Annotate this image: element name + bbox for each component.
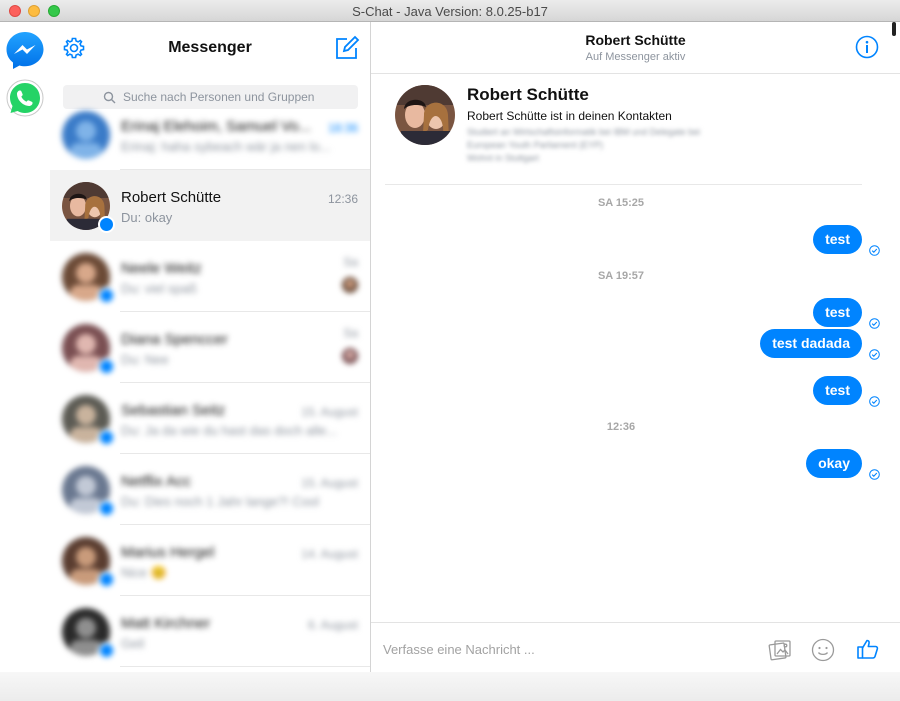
message-bubble[interactable]: test dadada	[760, 329, 862, 358]
window-bottom-edge	[0, 672, 900, 701]
conversation-time: 18:36	[327, 121, 358, 135]
avatar	[62, 111, 110, 159]
conversation-snippet: Du: okay	[121, 210, 173, 225]
messenger-badge-icon	[98, 216, 115, 233]
seen-avatar	[342, 277, 358, 293]
conversation-snippet: Du: Ja da wie du hast das doch alle...	[121, 423, 338, 438]
message-bubble[interactable]: test	[813, 298, 862, 327]
contact-avatar[interactable]	[395, 85, 455, 145]
message-bubble[interactable]: test	[813, 376, 862, 405]
conversation-name: Diana Spenccer	[121, 331, 228, 348]
new-message-compose-icon[interactable]	[334, 35, 360, 61]
conversation-time: 14. August	[301, 547, 358, 561]
info-icon[interactable]	[855, 35, 879, 59]
whatsapp-icon[interactable]	[5, 78, 45, 118]
messenger-badge-icon	[98, 287, 115, 304]
profile-detail-line: Studiert an Wirtschaftsinformatik bei IB…	[467, 127, 701, 137]
conversation-name: Marius Hergel	[121, 544, 215, 561]
conversation-name: Matt Kirchner	[121, 615, 211, 632]
delivered-check-icon	[869, 316, 880, 329]
messenger-badge-icon	[98, 429, 115, 446]
conversation-snippet: Erinaj: haha sybeach wär ja nen lo...	[121, 139, 331, 154]
conversation-name: Sebastian Seitz	[121, 402, 226, 419]
message-bubble[interactable]: okay	[806, 449, 862, 478]
conversation-name: Netflix Acc	[121, 473, 192, 490]
conversation-snippet: Du: Nee	[121, 352, 169, 367]
message-timestamp: SA 15:25	[597, 197, 645, 209]
app-switcher	[0, 22, 50, 672]
profile-details-blurred: Studiert an Wirtschaftsinformatik bei IB…	[467, 126, 700, 165]
title-bar: S-Chat - Java Version: 8.0.25-b17	[0, 0, 900, 22]
profile-name: Robert Schütte	[467, 85, 589, 104]
conversation-item[interactable]: Robert Schütte Du: okay 12:36	[50, 170, 370, 241]
conversation-item[interactable]: Marius Hergel Nice 😊 14. August	[50, 525, 370, 596]
messenger-badge-icon	[98, 358, 115, 375]
messenger-icon[interactable]	[5, 30, 45, 70]
conversation-time: 15. August	[301, 476, 358, 490]
conversation-time: 6. August	[307, 618, 358, 632]
delivered-check-icon	[869, 347, 880, 360]
delivered-check-icon	[869, 394, 880, 407]
message-timestamp: 12:36	[606, 421, 636, 433]
message-bubble[interactable]: test	[813, 225, 862, 254]
conversation-snippet: Nice 😊	[121, 565, 167, 580]
conversation-snippet: Du: Dies noch 1 Jahr lange?! Cool	[121, 494, 320, 509]
conversation-item[interactable]: Matt Kirchner Geil 6. August	[50, 596, 370, 667]
conversation-time: 12:36	[327, 192, 358, 206]
thumbs-up-like-icon[interactable]	[856, 637, 880, 661]
contact-profile-card: Robert Schütte Robert Schütte ist in dei…	[385, 82, 862, 185]
conversation-sidebar: Messenger Suche nach Personen und Gruppe…	[50, 22, 371, 672]
conversation-item[interactable]: Diana Spenccer Du: Nee Sa	[50, 312, 370, 383]
conversation-item[interactable]: Erinaj Elehoim, Samuel Vo... Erinaj: haha…	[50, 99, 370, 170]
window-title: S-Chat - Java Version: 8.0.25-b17	[352, 4, 548, 19]
messenger-badge-icon	[98, 571, 115, 588]
sidebar-header: Messenger	[50, 22, 370, 72]
profile-detail-line: European Youth Parliament (EYP)	[467, 140, 604, 150]
sidebar-title: Messenger	[168, 39, 252, 56]
message-timestamp: SA 19:57	[597, 270, 645, 282]
messenger-badge-icon	[98, 500, 115, 517]
conversation-time: Sa	[343, 326, 358, 340]
profile-contact-note: Robert Schütte ist in deinen Kontakten	[467, 109, 672, 123]
delivered-check-icon	[869, 467, 880, 480]
message-input[interactable]: Verfasse eine Nachricht ...	[383, 642, 535, 657]
profile-detail-line: Wohnt in Stuttgart	[467, 153, 539, 163]
emoji-icon[interactable]	[811, 638, 835, 662]
conversation-item[interactable]: Netflix Acc Du: Dies noch 1 Jahr lange?! …	[50, 454, 370, 525]
conversation-time: 15. August	[301, 405, 358, 419]
conversation-time: Sa	[343, 255, 358, 269]
chat-header: Robert Schütte Auf Messenger aktiv	[371, 22, 900, 74]
conversation-name: Robert Schütte	[121, 189, 222, 206]
chat-panel: Robert Schütte Auf Messenger aktiv Rober…	[371, 22, 900, 672]
message-composer: Verfasse eine Nachricht ...	[371, 622, 900, 673]
photo-attach-icon[interactable]	[768, 638, 792, 662]
conversation-item[interactable]: Sebastian Seitz Du: Ja da wie du hast das…	[50, 383, 370, 454]
messenger-badge-icon	[98, 642, 115, 659]
seen-avatar	[342, 348, 358, 364]
chat-contact-name: Robert Schütte	[585, 32, 686, 48]
conversation-name: Erinaj Elehoim, Samuel Vo...	[121, 118, 312, 135]
chat-contact-status: Auf Messenger aktiv	[585, 51, 686, 63]
conversation-item[interactable]: Neele Weitz Du: viel spaß Sa	[50, 241, 370, 312]
conversation-name: Neele Weitz	[121, 260, 202, 277]
conversation-snippet: Du: viel spaß	[121, 281, 197, 296]
divider	[120, 666, 370, 667]
delivered-check-icon	[869, 243, 880, 256]
conversation-snippet: Geil	[121, 636, 145, 651]
